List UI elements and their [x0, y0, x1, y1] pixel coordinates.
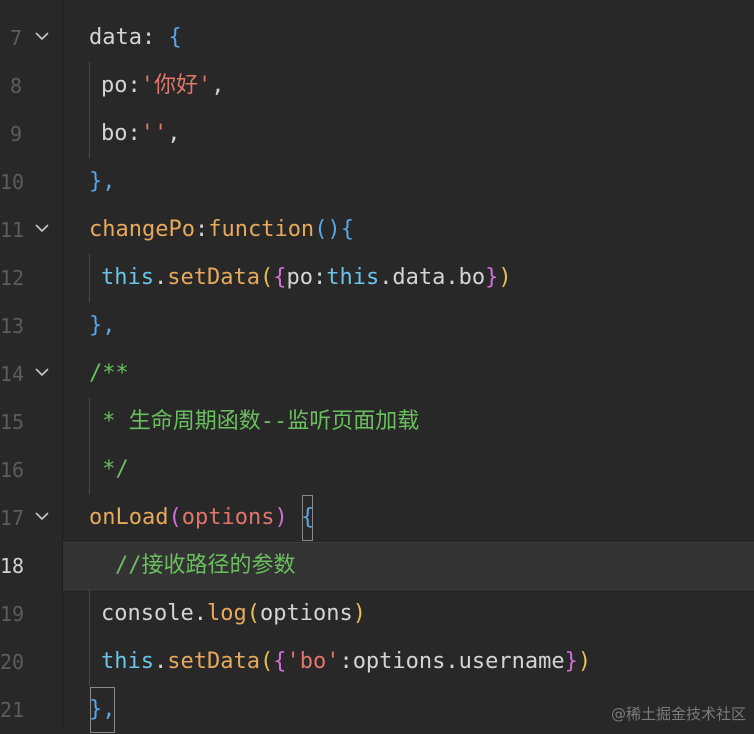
- token: (: [259, 649, 274, 674]
- token: function: [208, 217, 315, 242]
- token: :: [127, 121, 141, 146]
- line-number: 20: [0, 650, 25, 674]
- token: :: [312, 265, 327, 290]
- token: ): [352, 601, 366, 626]
- code-line-19[interactable]: 19 console.log(options): [0, 590, 754, 638]
- token: changePo: [89, 217, 195, 242]
- token: }: [564, 649, 578, 674]
- token: /**: [89, 361, 129, 386]
- token: '你好': [140, 73, 212, 98]
- line-number: 15: [0, 410, 25, 434]
- token: this: [101, 649, 154, 674]
- token: ): [274, 505, 288, 530]
- code-line-17[interactable]: 17 onLoad(options) {: [0, 494, 754, 542]
- token: (: [168, 505, 182, 530]
- code-line-9[interactable]: 9 bo:'',: [0, 110, 754, 158]
- token: options.username: [352, 649, 565, 674]
- line-number: 11: [0, 218, 25, 242]
- token: {: [273, 265, 287, 290]
- token: },: [89, 313, 116, 338]
- line-number: 12: [0, 266, 25, 290]
- token: po: [286, 265, 313, 290]
- token: {: [168, 25, 182, 50]
- code-line-15[interactable]: 15 * 生命周期函数--监听页面加载: [0, 398, 754, 446]
- line-number: 13: [0, 314, 25, 338]
- token: (: [259, 265, 274, 290]
- token: this: [101, 265, 154, 290]
- token: {: [273, 649, 287, 674]
- code-line-14[interactable]: 14 /**: [0, 350, 754, 398]
- line-number: 17: [0, 506, 25, 530]
- fold-chevron-down-icon[interactable]: [32, 362, 52, 382]
- token: :: [141, 25, 169, 50]
- code-line-16[interactable]: 16 */: [0, 446, 754, 494]
- token: ): [577, 649, 592, 674]
- token: }: [485, 265, 499, 290]
- code-line-10[interactable]: 10 },: [0, 158, 754, 206]
- token: 'bo': [286, 649, 340, 674]
- matched-bracket: },: [89, 686, 116, 734]
- code-line-13[interactable]: 13 },: [0, 302, 754, 350]
- token: //接收路径的参数: [115, 553, 296, 578]
- token: data: [89, 25, 142, 50]
- line-number: 19: [0, 602, 25, 626]
- token: :: [339, 649, 353, 674]
- fold-chevron-down-icon[interactable]: [32, 506, 52, 526]
- line-number: 21: [0, 698, 25, 722]
- token: ,: [211, 73, 225, 98]
- token: log: [206, 601, 247, 626]
- token: */: [89, 457, 129, 482]
- token: '': [140, 121, 168, 146]
- token: this: [326, 265, 380, 290]
- line-number: 14: [0, 362, 25, 386]
- token: .: [153, 649, 168, 674]
- line-number: 10: [0, 170, 25, 194]
- token: setData: [167, 649, 260, 674]
- token: ,: [167, 121, 181, 146]
- code-line-20[interactable]: 20 this.setData({'bo':options.username}): [0, 638, 754, 686]
- token: (: [246, 601, 260, 626]
- watermark: @稀土掘金技术社区: [610, 705, 746, 723]
- token: setData: [167, 265, 260, 290]
- token: * 生命周期函数--监听页面加载: [89, 409, 420, 434]
- token: {: [340, 217, 354, 242]
- line-number: 7: [9, 26, 22, 50]
- token: onLoad: [89, 505, 169, 530]
- line-number: 8: [9, 74, 22, 98]
- token: },: [89, 169, 116, 194]
- token: bo: [101, 121, 128, 146]
- code-line-12[interactable]: 12 this.setData({po:this.data.bo}): [0, 254, 754, 302]
- token: ): [498, 265, 512, 290]
- token: :: [194, 217, 209, 242]
- token: po: [101, 73, 128, 98]
- line-number: 16: [0, 458, 25, 482]
- token: .: [153, 265, 168, 290]
- line-number: 9: [9, 122, 22, 146]
- code-line-8[interactable]: 8 po:'你好',: [0, 62, 754, 110]
- token: .: [193, 601, 207, 626]
- token: :: [127, 73, 141, 98]
- token: options: [259, 601, 353, 626]
- fold-chevron-down-icon[interactable]: [32, 26, 52, 46]
- token: (): [314, 217, 341, 242]
- line-number: 18: [0, 554, 25, 578]
- token: console: [101, 601, 194, 626]
- code-line-7[interactable]: 7 data: {: [0, 14, 754, 62]
- token: options: [181, 505, 275, 530]
- fold-chevron-down-icon[interactable]: [32, 218, 52, 238]
- token: .data.bo: [379, 265, 486, 290]
- code-line-18-current[interactable]: 18 //接收路径的参数: [0, 542, 754, 590]
- code-line-11[interactable]: 11 changePo:function(){: [0, 206, 754, 254]
- matched-bracket: {: [301, 494, 314, 542]
